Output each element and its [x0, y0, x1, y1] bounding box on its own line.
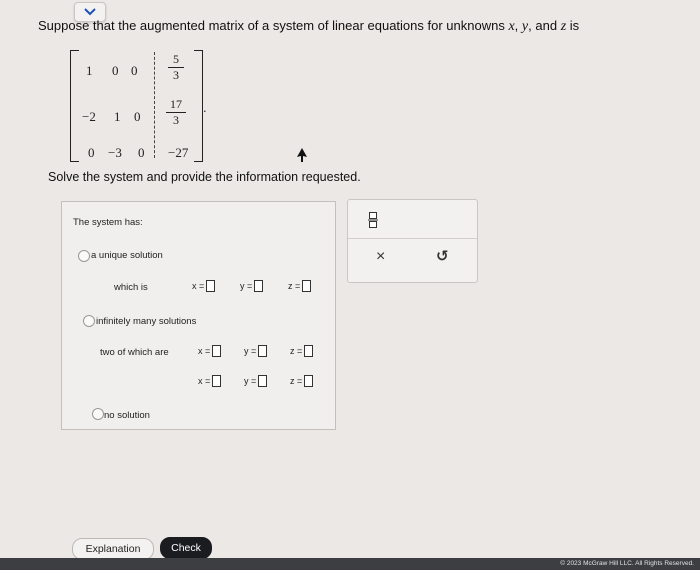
no-solution-radio[interactable]: [92, 408, 104, 420]
augmented-matrix: 1 0 0 53 −2 1 0 17 3 0 −3 0 −27: [70, 50, 205, 162]
matrix-rhs-fraction: 53: [168, 53, 184, 82]
clear-button[interactable]: ×: [376, 248, 385, 266]
matrix-cell: 1: [86, 63, 93, 78]
matrix-cell: −2: [82, 109, 96, 124]
infinite1-z-field-group: z =: [290, 345, 314, 357]
which-is-label: which is: [114, 282, 148, 293]
unique-solution-radio[interactable]: [78, 250, 90, 262]
explanation-button[interactable]: Explanation: [72, 538, 154, 560]
infinite2-z-field-group: z =: [290, 375, 314, 387]
matrix-cell: 0: [134, 109, 141, 124]
check-button[interactable]: Check: [160, 537, 212, 559]
answer-panel: The system has: a unique solution which …: [61, 201, 336, 430]
infinite-solutions-radio[interactable]: [83, 315, 95, 327]
infinite1-y-field-group: y =: [244, 345, 268, 357]
matrix-cell: 0: [131, 63, 138, 78]
chevron-down-icon: [84, 8, 96, 16]
infinite1-x-input[interactable]: [212, 345, 222, 357]
matrix-period: .: [203, 100, 207, 115]
unique-x-input[interactable]: [206, 280, 216, 292]
infinite2-x-input[interactable]: [212, 375, 222, 387]
infinite1-z-input[interactable]: [304, 345, 314, 357]
fraction-button[interactable]: [367, 212, 379, 233]
infinite-solutions-label: infinitely many solutions: [96, 316, 197, 327]
matrix-rhs-cell: −27: [168, 145, 189, 160]
matrix-cell: 0: [112, 63, 119, 78]
infinite2-y-input[interactable]: [258, 375, 268, 387]
unique-y-input[interactable]: [254, 280, 264, 292]
undo-button[interactable]: ↺: [436, 247, 449, 265]
infinite1-x-field-group: x =: [198, 345, 222, 357]
tools-divider: [348, 238, 477, 239]
two-of-which-label: two of which are: [100, 347, 169, 358]
infinite1-y-input[interactable]: [258, 345, 268, 357]
unique-z-field-group: z =: [288, 280, 312, 292]
unique-y-field-group: y =: [240, 280, 264, 292]
unique-x-field-group: x =: [192, 280, 216, 292]
matrix-cell: 0: [88, 145, 95, 160]
matrix-cell: 1: [114, 109, 121, 124]
infinite2-x-field-group: x =: [198, 375, 222, 387]
copyright-text: © 2023 McGraw Hill LLC. All Rights Reser…: [560, 560, 694, 567]
math-tools-panel: × ↺: [347, 199, 478, 283]
matrix-augment-separator: [154, 52, 155, 158]
unique-z-input[interactable]: [302, 280, 312, 292]
mouse-pointer-icon: [297, 148, 307, 162]
instructions-text: Solve the system and provide the informa…: [48, 170, 361, 184]
matrix-right-bracket: [194, 50, 203, 162]
fraction-icon: [368, 212, 378, 228]
infinite2-z-input[interactable]: [304, 375, 314, 387]
matrix-rhs-fraction: 17 3: [166, 98, 186, 127]
infinite2-y-field-group: y =: [244, 375, 268, 387]
panel-heading: The system has:: [73, 217, 143, 228]
matrix-cell: 0: [138, 145, 145, 160]
no-solution-label: no solution: [104, 410, 150, 421]
matrix-left-bracket: [70, 50, 79, 162]
question-text: Suppose that the augmented matrix of a s…: [38, 18, 580, 34]
unique-solution-label: a unique solution: [91, 250, 163, 261]
matrix-cell: −3: [108, 145, 122, 160]
